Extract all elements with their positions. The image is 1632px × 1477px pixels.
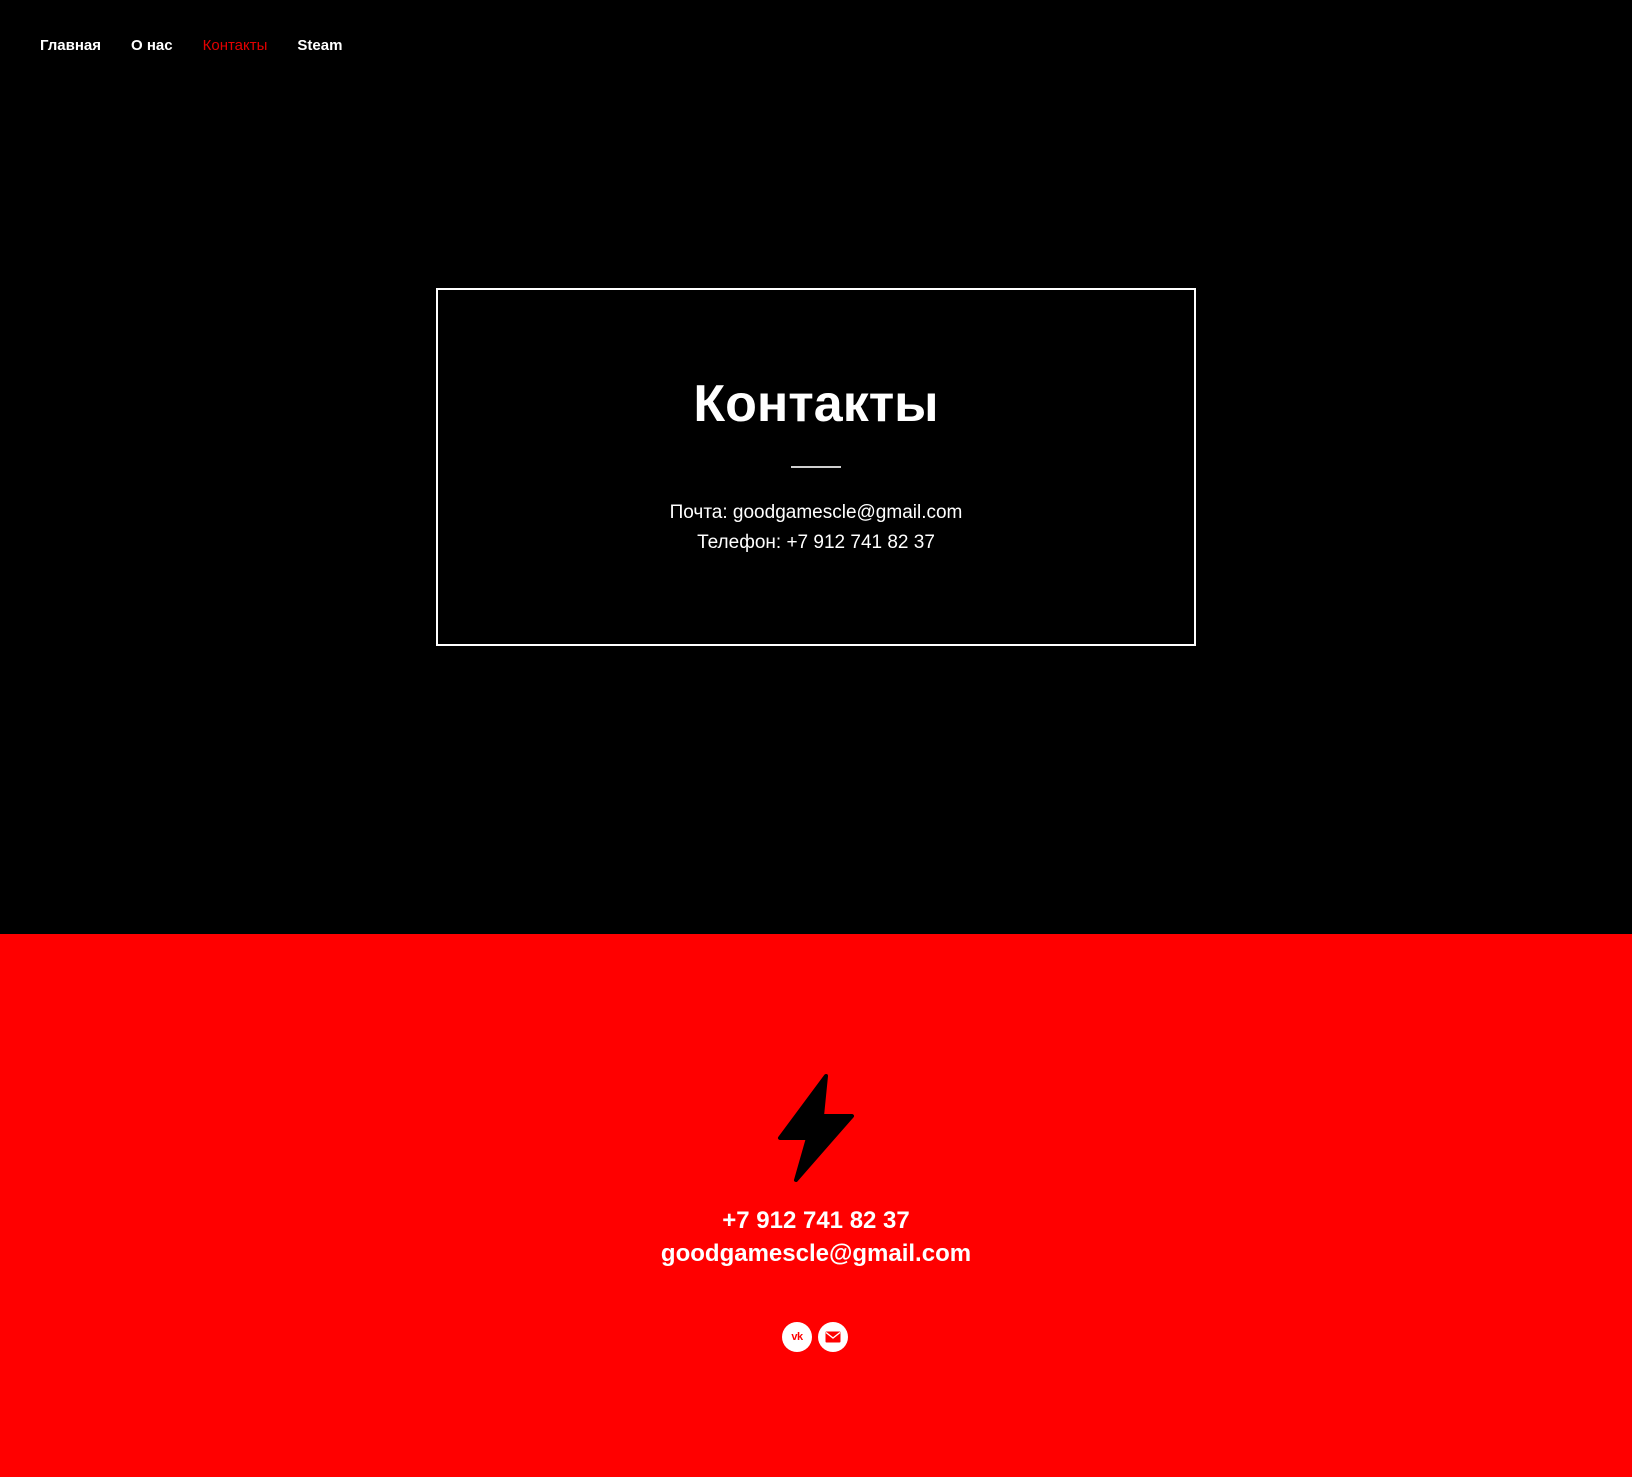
footer: +7 912 741 82 37 goodgamescle@gmail.com …	[0, 934, 1632, 1477]
footer-email-link[interactable]: goodgamescle@gmail.com	[0, 1239, 1632, 1269]
page: Главная О нас Контакты Steam Контакты По…	[0, 0, 1632, 1477]
nav-link-about[interactable]: О нас	[131, 36, 173, 56]
nav-link-steam[interactable]: Steam	[297, 36, 342, 56]
page-title: Контакты	[693, 375, 939, 433]
email-line: Почта: goodgamescle@gmail.com	[669, 502, 963, 523]
footer-phone: +7 912 741 82 37	[722, 1207, 910, 1234]
vk-icon: vk	[791, 1331, 803, 1343]
mail-icon	[825, 1331, 841, 1343]
contacts-card: Контакты Почта: goodgamescle@gmail.com Т…	[436, 288, 1196, 646]
mail-button[interactable]	[818, 1322, 848, 1352]
nav-link-home[interactable]: Главная	[40, 36, 101, 56]
nav-link-contacts[interactable]: Контакты	[203, 36, 268, 56]
title-divider	[791, 466, 841, 468]
phone-line: Телефон: +7 912 741 82 37	[697, 532, 935, 553]
top-navigation: Главная О нас Контакты Steam	[40, 36, 342, 56]
social-links: vk	[782, 1322, 848, 1352]
hero-section: Главная О нас Контакты Steam Контакты По…	[0, 0, 1632, 934]
vk-button[interactable]: vk	[782, 1322, 812, 1352]
lightning-bolt-icon	[778, 1074, 854, 1182]
